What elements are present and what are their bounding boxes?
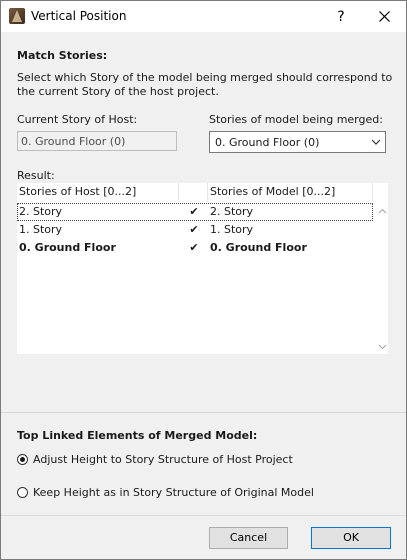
table-row[interactable]: 0. Ground Floor ✔ 0. Ground Floor — [17, 239, 373, 257]
archicad-app-icon — [9, 8, 25, 24]
current-host-label: Current Story of Host: — [17, 113, 138, 126]
dialog-footer: Cancel OK — [1, 515, 406, 559]
current-host-value: 0. Ground Floor (0) — [21, 135, 126, 148]
merged-stories-label: Stories of model being merged: — [209, 113, 383, 126]
checkmark-icon[interactable]: ✔ — [187, 203, 201, 221]
host-story-cell: 2. Story — [19, 205, 63, 218]
ok-button[interactable]: OK — [311, 527, 391, 549]
match-stories-description: Select which Story of the model being me… — [17, 71, 393, 98]
window-title: Vertical Position — [31, 9, 127, 23]
result-label: Result: — [17, 169, 55, 182]
radio-adjust-height-label[interactable]: Adjust Height to Story Structure of Host… — [33, 453, 293, 466]
column-header-model[interactable]: Stories of Model [0...2] — [208, 183, 373, 201]
radio-keep-height-label[interactable]: Keep Height as in Story Structure of Ori… — [33, 486, 314, 499]
model-story-cell: 2. Story — [210, 205, 254, 218]
close-icon — [378, 11, 390, 22]
result-table: Stories of Host [0...2] Stories of Model… — [17, 183, 388, 354]
radio-keep-height[interactable]: Keep Height as in Story Structure of Ori… — [17, 484, 314, 500]
model-story-cell: 0. Ground Floor — [210, 241, 307, 254]
merged-stories-selected: 0. Ground Floor (0) — [215, 136, 320, 149]
chevron-up-icon — [378, 208, 386, 214]
scroll-down-button[interactable] — [376, 341, 388, 353]
title-bar: Vertical Position ? — [1, 1, 406, 32]
host-story-cell: 0. Ground Floor — [19, 241, 116, 254]
chevron-down-icon — [371, 139, 381, 145]
host-story-cell: 1. Story — [19, 223, 63, 236]
radio-adjust-height[interactable]: Adjust Height to Story Structure of Host… — [17, 451, 293, 467]
scroll-up-button[interactable] — [376, 205, 388, 217]
column-header-check[interactable] — [179, 183, 208, 201]
table-row[interactable]: 2. Story ✔ 2. Story — [17, 203, 373, 221]
section-divider — [1, 412, 406, 413]
match-stories-heading: Match Stories: — [17, 49, 108, 62]
radio-button-checked[interactable] — [17, 453, 28, 465]
checkmark-icon[interactable]: ✔ — [187, 221, 201, 239]
vertical-position-dialog: Vertical Position ? Match Stories: Selec… — [0, 0, 407, 560]
merged-stories-select[interactable]: 0. Ground Floor (0) — [209, 131, 386, 153]
model-story-cell: 1. Story — [210, 223, 254, 236]
help-button[interactable]: ? — [319, 1, 363, 32]
column-header-host[interactable]: Stories of Host [0...2] — [17, 183, 179, 201]
chevron-down-icon — [378, 344, 386, 350]
linked-elements-heading: Top Linked Elements of Merged Model: — [17, 429, 258, 442]
current-host-field: 0. Ground Floor (0) — [17, 131, 177, 151]
radio-button-unchecked[interactable] — [17, 486, 28, 498]
checkmark-icon[interactable]: ✔ — [187, 239, 201, 257]
cancel-button[interactable]: Cancel — [209, 527, 288, 549]
table-row[interactable]: 1. Story ✔ 1. Story — [17, 221, 373, 239]
close-button[interactable] — [362, 1, 406, 32]
